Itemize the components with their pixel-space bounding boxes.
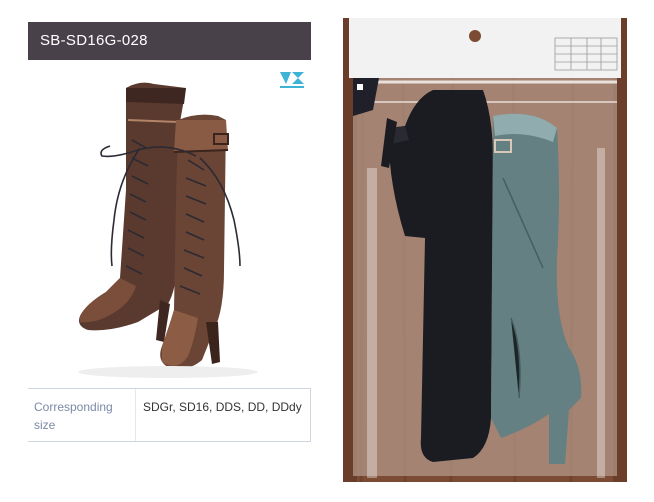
spec-value-size: SDGr, SD16, DDS, DD, DDdy [143,400,302,414]
spec-divider [135,389,136,441]
product-code-title: SB-SD16G-028 [28,22,311,60]
product-card: SB-SD16G-028 Corresponding size SDGr, SD… [28,22,311,442]
bag-header-card [349,18,621,78]
spec-label-size: Corresponding size [34,400,113,432]
spec-table: Corresponding size SDGr, SD16, DDS, DD, … [28,388,311,442]
brand-logo-icon [280,72,304,88]
product-photo [28,60,311,382]
left-boot [79,82,186,342]
package-photo [343,18,627,482]
